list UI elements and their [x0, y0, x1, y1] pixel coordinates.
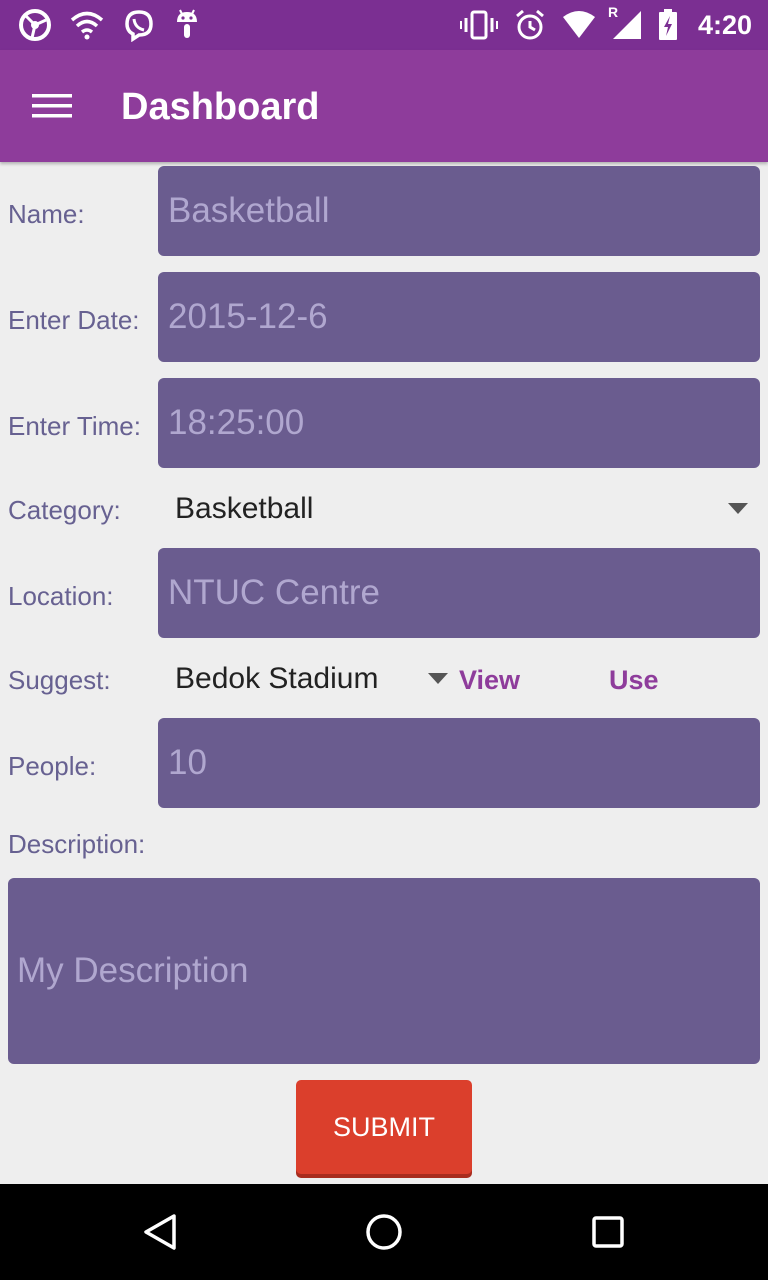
- android-icon: [177, 9, 197, 38]
- alarm-icon: [515, 9, 544, 40]
- steering-wheel-icon: [19, 9, 51, 41]
- recents-button[interactable]: [578, 1202, 638, 1262]
- category-dropdown-icon: [728, 503, 748, 514]
- date-field[interactable]: 2015-12-6: [158, 272, 760, 362]
- location-label: Location:: [8, 581, 114, 611]
- notification-icons: [18, 8, 200, 42]
- hamburger-menu-icon: [32, 94, 72, 118]
- suggest-selected: Bedok Stadium: [175, 662, 379, 695]
- name-field-value: Basketball: [168, 191, 330, 230]
- clock: 4:20: [697, 9, 752, 40]
- system-icons: R 4:20: [459, 4, 752, 42]
- use-button[interactable]: Use: [609, 664, 659, 696]
- page-title: Dashboard: [121, 86, 320, 128]
- suggest-label: Suggest:: [8, 665, 111, 695]
- view-button[interactable]: View: [459, 664, 520, 696]
- app-bar: Dashboard: [0, 50, 768, 162]
- suggest-dropdown-icon: [428, 673, 448, 684]
- time-field[interactable]: 18:25:00: [158, 378, 760, 468]
- category-selected: Basketball: [175, 492, 314, 525]
- back-icon: [144, 1214, 176, 1250]
- description-field[interactable]: My Description: [8, 878, 760, 1064]
- wifi-signal-icon: [562, 11, 595, 38]
- people-label: People:: [8, 751, 97, 781]
- roaming-indicator: R: [607, 4, 619, 20]
- recents-icon: [592, 1216, 624, 1248]
- time-label: Enter Time:: [8, 411, 141, 441]
- suggest-spinner[interactable]: Bedok Stadium: [158, 652, 450, 708]
- name-field[interactable]: Basketball: [158, 166, 760, 256]
- description-placeholder: My Description: [17, 951, 249, 990]
- name-label: Name:: [8, 199, 85, 229]
- home-button[interactable]: [354, 1202, 414, 1262]
- battery-charging-icon: [658, 9, 677, 40]
- wifi-icon: [70, 11, 104, 40]
- description-label: Description:: [8, 829, 146, 859]
- cell-signal-roaming: R: [608, 4, 642, 40]
- home-icon: [366, 1214, 402, 1250]
- vibrate-icon: [459, 10, 498, 40]
- category-spinner[interactable]: Basketball: [158, 482, 760, 538]
- date-field-value: 2015-12-6: [168, 297, 328, 336]
- location-field[interactable]: NTUC Centre: [158, 548, 760, 638]
- menu-button[interactable]: [28, 84, 84, 128]
- navigation-bar: [0, 1184, 768, 1280]
- viber-icon: [125, 10, 153, 42]
- time-field-value: 18:25:00: [168, 403, 305, 442]
- location-field-value: NTUC Centre: [168, 573, 380, 612]
- date-label: Enter Date:: [8, 305, 140, 335]
- people-field-value: 10: [168, 743, 207, 782]
- back-button[interactable]: [130, 1202, 190, 1262]
- status-bar: R 4:20: [0, 0, 768, 50]
- category-label: Category:: [8, 495, 121, 525]
- people-field[interactable]: 10: [158, 718, 760, 808]
- submit-button[interactable]: SUBMIT: [296, 1080, 472, 1174]
